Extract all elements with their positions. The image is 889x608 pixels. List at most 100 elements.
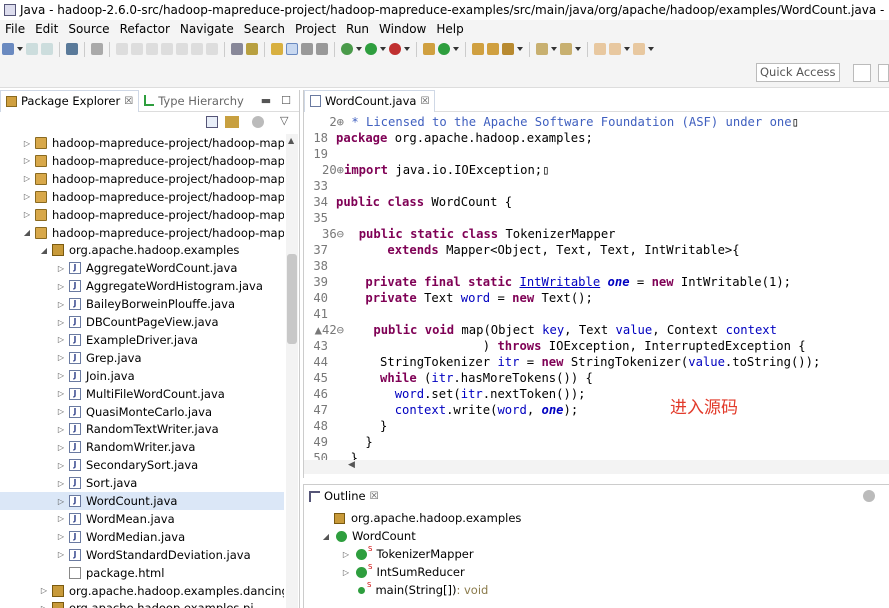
code-line[interactable]: ▲42⊖ public void map(Object key, Text va… <box>304 322 889 338</box>
collapse-all-icon[interactable] <box>206 116 218 128</box>
outline-sort-icon[interactable] <box>863 490 875 502</box>
maximize-icon[interactable]: ☐ <box>281 94 291 107</box>
collapsed-arrow-icon[interactable]: ▷ <box>56 335 66 344</box>
code-line[interactable]: 36⊖ public static class TokenizerMapper <box>304 226 889 242</box>
code-line[interactable]: 40 private Text word = new Text(); <box>304 290 889 306</box>
forward-icon[interactable] <box>633 43 645 55</box>
collapsed-arrow-icon[interactable]: ▷ <box>56 479 66 488</box>
code-line[interactable]: 34 public class WordCount { <box>304 194 889 210</box>
highlight-icon[interactable] <box>286 43 298 55</box>
save-all-icon[interactable] <box>41 43 53 55</box>
mark-occurrences-icon[interactable] <box>271 43 283 55</box>
forward-dropdown-icon[interactable] <box>648 47 654 51</box>
menu-search[interactable]: Search <box>239 22 290 36</box>
tree-item[interactable]: ▷ J MultiFileWordCount.java <box>0 385 284 403</box>
scroll-up-icon[interactable]: ▲ <box>288 136 294 145</box>
collapsed-arrow-icon[interactable]: ▷ <box>22 156 32 165</box>
code-line[interactable]: 18 package org.apache.hadoop.examples; <box>304 130 889 146</box>
disconnect-icon[interactable] <box>161 43 173 55</box>
close-icon[interactable]: ☒ <box>420 96 429 107</box>
open-perspective-icon[interactable] <box>853 64 871 82</box>
scroll-left-icon[interactable]: ◀ <box>348 460 355 470</box>
external-tools-dropdown-icon[interactable] <box>404 47 410 51</box>
tree-item[interactable]: ◢ org.apache.hadoop.examples <box>0 241 284 259</box>
tree-item[interactable]: ▷ J WordMedian.java <box>0 528 284 546</box>
menu-window[interactable]: Window <box>374 22 431 36</box>
code-line[interactable]: 41 <box>304 306 889 322</box>
collapsed-arrow-icon[interactable]: ▷ <box>56 425 66 434</box>
tree-item[interactable]: ▷ J RandomWriter.java <box>0 438 284 456</box>
resume-icon[interactable] <box>116 43 128 55</box>
outline-item[interactable]: Smain(String[]) : void <box>338 581 488 599</box>
tree-item[interactable]: ▷ hadoop-mapreduce-project/hadoop-mapre <box>0 134 284 152</box>
tree-item[interactable]: ▷ J QuasiMonteCarlo.java <box>0 403 284 421</box>
close-icon[interactable]: ☒ <box>124 96 133 107</box>
skip-breakpoints-icon[interactable] <box>91 43 103 55</box>
tab-outline[interactable]: Outline ☒ <box>304 485 384 507</box>
open-task-icon[interactable] <box>487 43 499 55</box>
open-console-icon[interactable] <box>231 43 243 55</box>
outline-item[interactable]: ▷ S TokenizerMapper <box>338 545 474 563</box>
external-tools-icon[interactable] <box>389 43 401 55</box>
code-line[interactable]: 47 context.write(word, one); <box>304 402 889 418</box>
code-editor[interactable]: 2⊕ * Licensed to the Apache Software Fou… <box>304 114 889 460</box>
debug-icon[interactable] <box>341 43 353 55</box>
collapsed-arrow-icon[interactable]: ▷ <box>56 282 66 291</box>
collapsed-arrow-icon[interactable]: ▷ <box>56 532 66 541</box>
outline-item[interactable]: org.apache.hadoop.examples <box>318 509 521 527</box>
outline-item[interactable]: ◢ WordCount <box>318 527 416 545</box>
print-icon[interactable] <box>66 43 78 55</box>
suspend-icon[interactable] <box>131 43 143 55</box>
search-icon[interactable] <box>502 43 514 55</box>
new-icon[interactable] <box>2 43 14 55</box>
code-line[interactable]: 45 while (itr.hasMoreTokens()) { <box>304 370 889 386</box>
debug-dropdown-icon[interactable] <box>356 47 362 51</box>
search-dropdown-icon[interactable] <box>517 47 523 51</box>
tree-item[interactable]: ▷ org.apache.hadoop.examples.dancing <box>0 582 284 600</box>
tree-item[interactable]: ▷ org.apache.hadoop.examples.pi <box>0 599 284 608</box>
tree-item[interactable]: ▷ hadoop-mapreduce-project/hadoop-mapre <box>0 206 284 224</box>
collapsed-arrow-icon[interactable]: ▷ <box>22 192 32 201</box>
code-line[interactable]: 48 } <box>304 418 889 434</box>
java-perspective-icon[interactable] <box>878 64 889 82</box>
run-icon[interactable] <box>365 43 377 55</box>
menu-source[interactable]: Source <box>63 22 114 36</box>
tree-item[interactable]: ▷ J Sort.java <box>0 474 284 492</box>
link-with-editor-icon[interactable] <box>225 116 239 128</box>
tree-item[interactable]: ▷ J SecondarySort.java <box>0 456 284 474</box>
tree-item[interactable]: ▷ J ExampleDriver.java <box>0 331 284 349</box>
tab-package-explorer[interactable]: Package Explorer ☒ <box>0 89 140 112</box>
collapsed-arrow-icon[interactable]: ▷ <box>56 389 66 398</box>
new-dropdown-icon[interactable] <box>17 47 23 51</box>
collapsed-arrow-icon[interactable]: ▷ <box>56 353 66 362</box>
collapsed-arrow-icon[interactable]: ▷ <box>56 264 66 273</box>
code-line[interactable]: 20⊕import java.io.IOException;▯ <box>304 162 889 178</box>
step-over-icon[interactable] <box>191 43 203 55</box>
terminate-icon[interactable] <box>146 43 158 55</box>
toggle-mark-icon[interactable] <box>246 43 258 55</box>
collapsed-arrow-icon[interactable]: ▷ <box>338 568 354 577</box>
tree-item[interactable]: ◢ hadoop-mapreduce-project/hadoop-mapre <box>0 224 284 242</box>
tree-item[interactable]: ▷ J AggregateWordCount.java <box>0 259 284 277</box>
run-dropdown-icon[interactable] <box>380 47 386 51</box>
collapsed-arrow-icon[interactable]: ▷ <box>39 604 49 608</box>
collapsed-arrow-icon[interactable]: ▷ <box>22 210 32 219</box>
close-icon[interactable]: ☒ <box>370 491 379 502</box>
tree-item[interactable]: package.html <box>0 564 284 582</box>
tree-item[interactable]: ▷ J BaileyBorweinPlouffe.java <box>0 295 284 313</box>
expanded-arrow-icon[interactable]: ◢ <box>39 246 49 255</box>
menu-file[interactable]: File <box>0 22 30 36</box>
outline-item[interactable]: ▷ S IntSumReducer <box>338 563 465 581</box>
collapsed-arrow-icon[interactable]: ▷ <box>56 461 66 470</box>
block-selection-icon[interactable] <box>316 43 328 55</box>
code-line[interactable]: 46 word.set(itr.nextToken()); <box>304 386 889 402</box>
tree-item[interactable]: ▷ J Join.java <box>0 367 284 385</box>
menu-refactor[interactable]: Refactor <box>115 22 175 36</box>
new-class-dropdown-icon[interactable] <box>453 47 459 51</box>
code-line[interactable]: 49 } <box>304 434 889 450</box>
tree-item[interactable]: ▷ hadoop-mapreduce-project/hadoop-mapre <box>0 152 284 170</box>
code-line[interactable]: 37 extends Mapper<Object, Text, Text, In… <box>304 242 889 258</box>
collapsed-arrow-icon[interactable]: ▷ <box>56 318 66 327</box>
collapsed-arrow-icon[interactable]: ▷ <box>56 300 66 309</box>
menu-navigate[interactable]: Navigate <box>175 22 239 36</box>
